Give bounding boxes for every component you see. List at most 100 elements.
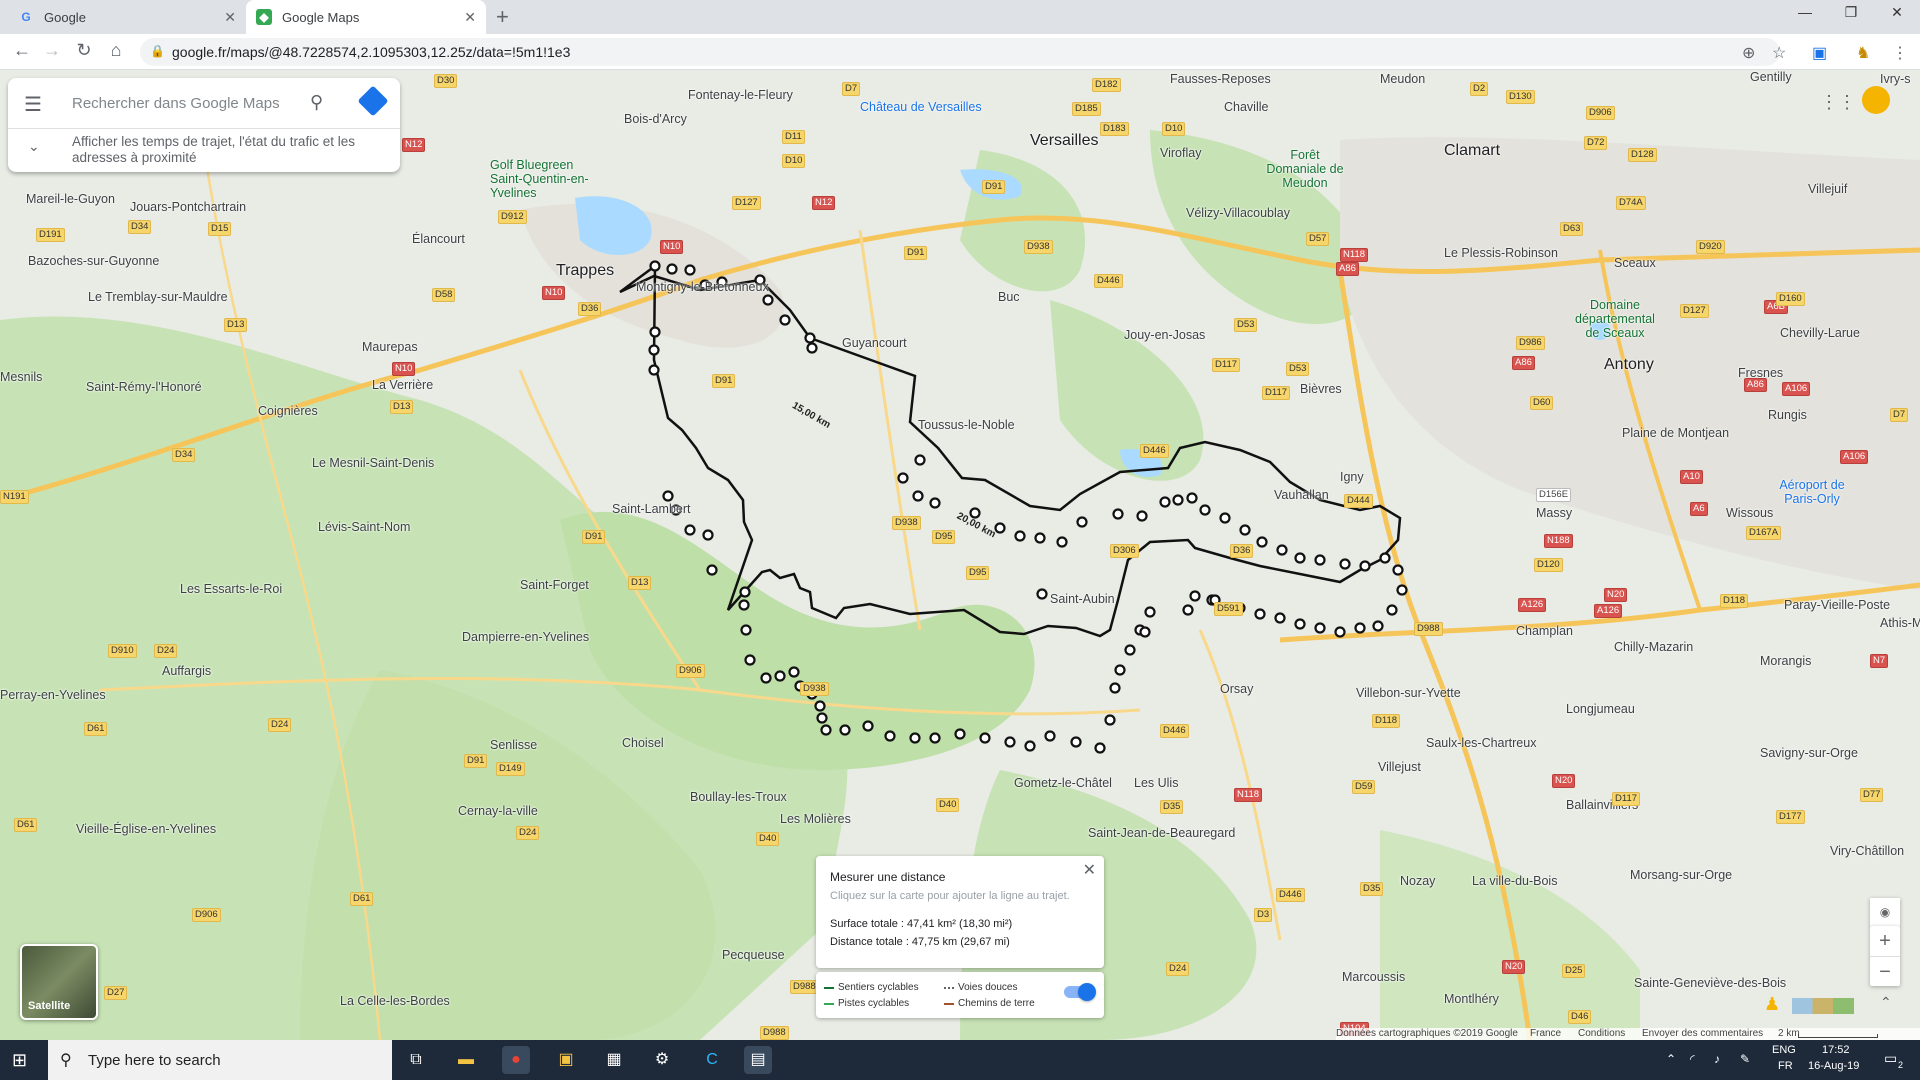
profile-icon[interactable]: ♞: [1856, 43, 1870, 63]
measure-hint: Cliquez sur la carte pour ajouter la lig…: [830, 890, 1070, 902]
close-tab-icon[interactable]: ✕: [224, 9, 236, 26]
forward-icon[interactable]: →: [40, 40, 64, 61]
conditions-link[interactable]: Conditions: [1578, 1028, 1625, 1039]
extension-icon[interactable]: ▣: [1812, 43, 1827, 63]
place-label: Vélizy-Villacoublay: [1186, 206, 1290, 220]
road-shield: D177: [1776, 810, 1805, 824]
country-link[interactable]: France: [1530, 1028, 1561, 1039]
layer-toggle[interactable]: [1064, 983, 1096, 1001]
road-shield: D306: [1110, 544, 1139, 558]
road-shield: D27: [104, 986, 128, 1000]
traffic-info-text[interactable]: Afficher les temps de trajet, l'état du …: [72, 134, 392, 166]
notification-count: 2: [1898, 1060, 1904, 1070]
place-label: Gentilly: [1750, 70, 1792, 84]
road-shield: N118: [1340, 248, 1369, 262]
app-icon[interactable]: ▤: [744, 1046, 772, 1074]
zoom-controls: + −: [1870, 926, 1900, 986]
divider: [8, 128, 400, 129]
zoom-out-button[interactable]: −: [1870, 956, 1900, 986]
road-shield: D118: [1720, 594, 1749, 608]
road-shield: D128: [1628, 148, 1657, 162]
tab-google[interactable]: G Google ✕: [8, 0, 246, 34]
place-label: Vieille-Église-en-Yvelines: [76, 822, 217, 836]
lang-fr[interactable]: FR: [1778, 1060, 1793, 1072]
task-view-icon[interactable]: ⧉: [402, 1046, 430, 1074]
road-shield: D13: [224, 318, 248, 332]
taskbar-search[interactable]: ⚲ Type here to search: [48, 1040, 392, 1080]
clock-time[interactable]: 17:52: [1822, 1044, 1850, 1056]
chrome-icon[interactable]: ●: [502, 1046, 530, 1074]
legend-item: Voies douces: [944, 982, 1018, 993]
road-shield: D95: [932, 530, 956, 544]
app-c-icon[interactable]: C: [698, 1046, 726, 1074]
scale-label: 2 km: [1778, 1028, 1800, 1039]
satellite-toggle[interactable]: Satellite: [20, 944, 98, 1020]
close-icon[interactable]: ✕: [1083, 860, 1096, 880]
file-explorer-icon[interactable]: ▬: [452, 1046, 480, 1074]
road-shield: D3: [1254, 908, 1273, 922]
my-location-button[interactable]: ◉: [1870, 898, 1900, 926]
road-shield: D40: [936, 798, 960, 812]
close-tab-icon[interactable]: ✕: [464, 9, 476, 26]
measure-distance: Distance totale : 47,75 km (29,67 mi): [830, 936, 1010, 948]
back-icon[interactable]: ←: [10, 40, 34, 61]
place-label: Saint-Jean-de-Beauregard: [1088, 826, 1236, 840]
tab-google-maps[interactable]: ◆ Google Maps ✕: [246, 0, 486, 34]
avatar[interactable]: [1862, 86, 1890, 114]
maximize-button[interactable]: ❐: [1831, 4, 1871, 21]
lang-eng[interactable]: ENG: [1772, 1044, 1796, 1056]
road-shield: D183: [1100, 122, 1129, 136]
road-shield: N12: [812, 196, 836, 210]
calculator-icon[interactable]: ▦: [600, 1046, 628, 1074]
network-icon[interactable]: ◜: [1690, 1052, 1695, 1066]
road-shield: D920: [1696, 240, 1725, 254]
tray-chevron-icon[interactable]: ⌃: [1666, 1052, 1676, 1066]
volume-icon[interactable]: ♪: [1714, 1052, 1720, 1066]
road-shield: D988: [790, 980, 819, 994]
new-tab-button[interactable]: +: [496, 4, 509, 30]
home-icon[interactable]: ⌂: [104, 40, 128, 61]
road-shield: D156E: [1536, 488, 1572, 502]
reload-icon[interactable]: ↻: [72, 40, 96, 61]
menu-dots-icon[interactable]: ⋮: [1892, 43, 1908, 63]
place-label: Coignières: [258, 404, 318, 418]
hamburger-menu-icon[interactable]: ☰: [24, 92, 42, 117]
map-layers-thumbs[interactable]: [1792, 998, 1854, 1014]
directions-icon[interactable]: [357, 85, 389, 117]
chevron-down-icon[interactable]: ⌄: [28, 138, 40, 155]
road-shield: D7: [842, 82, 861, 96]
place-label: Chaville: [1224, 100, 1269, 114]
pen-icon[interactable]: ✎: [1740, 1052, 1750, 1066]
pegman-icon[interactable]: ♟: [1764, 994, 1780, 1015]
url-field[interactable]: 🔒 google.fr/maps/@48.7228574,2.1095303,1…: [140, 38, 1780, 66]
location-icon[interactable]: ⊕: [1742, 43, 1755, 63]
road-shield: D61: [14, 818, 38, 832]
road-shield: N20: [1502, 960, 1526, 974]
map-canvas[interactable]: 15,00 km 20,00 km Fontenay-le-Fleury Boi…: [0, 70, 1920, 1040]
apps-grid-icon[interactable]: ⋮⋮: [1820, 92, 1856, 113]
road-shield: D149: [496, 762, 525, 776]
bookmark-star-icon[interactable]: ☆: [1772, 43, 1786, 63]
place-label: Marcoussis: [1342, 970, 1406, 984]
road-shield: A126: [1518, 598, 1547, 612]
feedback-link[interactable]: Envoyer des commentaires: [1642, 1028, 1763, 1039]
app-icon[interactable]: ▣: [552, 1046, 580, 1074]
place-label: Igny: [1340, 470, 1364, 484]
minimize-button[interactable]: —: [1785, 4, 1825, 20]
notification-icon[interactable]: ▭: [1884, 1050, 1897, 1067]
place-label: Perray-en-Yvelines: [0, 688, 106, 702]
place-label: Jouy-en-Josas: [1124, 328, 1206, 342]
zoom-in-button[interactable]: +: [1870, 926, 1900, 956]
close-window-button[interactable]: ✕: [1877, 4, 1917, 21]
road-shield: A10: [1680, 470, 1703, 484]
place-label: Wissous: [1726, 506, 1774, 520]
search-input[interactable]: Rechercher dans Google Maps: [72, 95, 280, 112]
google-icon: G: [21, 10, 31, 24]
settings-icon[interactable]: ⚙: [648, 1046, 676, 1074]
search-icon[interactable]: ⚲: [310, 92, 323, 113]
tab-title: Google: [44, 9, 86, 25]
place-label: Saint-Rémy-l'Honoré: [86, 380, 202, 394]
clock-date[interactable]: 16-Aug-19: [1808, 1060, 1859, 1072]
windows-start-icon[interactable]: ⊞: [12, 1050, 27, 1071]
expand-up-icon[interactable]: ⌃: [1880, 994, 1892, 1011]
